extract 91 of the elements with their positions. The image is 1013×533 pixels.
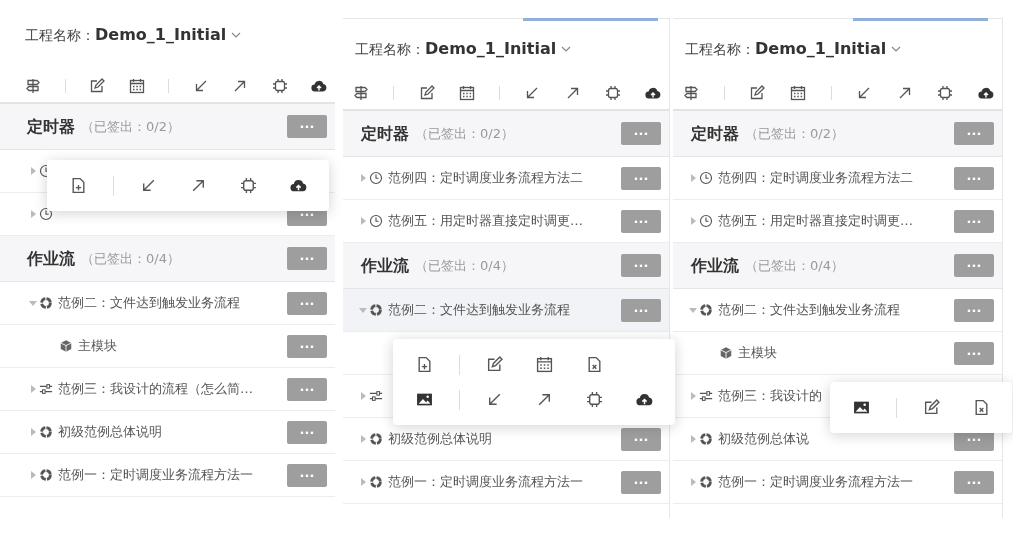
clock-icon [39,207,53,221]
checkout-count: （已签出：0/2） [81,117,180,136]
signpost-icon[interactable] [353,85,369,101]
calendar-icon[interactable] [128,78,145,94]
ring-icon [369,303,383,317]
group-title: 作业流 [27,247,75,270]
cloud-upload-icon[interactable] [978,85,994,101]
group-title: 定时器 [691,122,739,145]
chip-icon[interactable] [604,85,621,101]
tree-item-label: 初级范例总体说 [718,430,809,449]
edit-icon[interactable] [922,399,940,416]
cloud-upload-icon[interactable] [635,391,653,408]
sliders-icon [369,389,383,403]
tree-item-label: 范例一：定时调度业务流程方法一 [388,473,583,492]
project-label: 工程名称： [355,39,425,59]
ring-icon [39,468,53,482]
tree-item-label: 范例五：用定时器直接定时调更… [718,212,913,231]
ring-icon [369,475,383,489]
edit-icon[interactable] [749,85,766,101]
tree-item-label: 范例二：文件达到触发业务流程 [718,301,900,320]
cube-icon [59,339,73,353]
project-name[interactable]: Demo_1_Initial [95,23,227,47]
cloud-upload-icon[interactable] [645,85,661,101]
ring-icon [39,425,53,439]
checkout-count: （已签出：0/4） [81,249,180,268]
cube-icon [719,346,733,360]
group-header[interactable]: 定时器 （已签出：0/2） ··· [343,111,669,157]
tree-row[interactable]: 主模块 ··· [0,325,335,368]
group-title: 定时器 [27,115,75,138]
cloud-upload-icon[interactable] [311,78,327,94]
clock-icon [699,171,713,185]
signpost-icon[interactable] [25,78,41,94]
tree-item-label: 范例五：用定时器直接定时调更… [388,212,583,231]
group-title: 作业流 [691,254,739,277]
tree-item-label: 范例二：文件达到触发业务流程 [388,301,570,320]
calendar-icon[interactable] [789,85,806,101]
project-label: 工程名称： [25,25,95,45]
checkout-count: （已签出：0/4） [415,256,514,275]
chip-icon[interactable] [937,85,954,101]
tree-item-label: 范例一：定时调度业务流程方法一 [718,473,913,492]
chip-icon[interactable] [239,177,257,194]
tree-item-label: 范例一：定时调度业务流程方法一 [58,466,253,485]
project-name[interactable]: Demo_1_Initial [755,37,887,61]
tree-item-label: 范例三：我设计的 [718,387,822,406]
file-x-icon[interactable] [972,399,990,416]
edit-icon[interactable] [89,78,105,94]
arrow-up-right-icon[interactable] [232,78,248,94]
tree-item-label: 范例四：定时调度业务流程方法二 [718,169,913,188]
checkout-count: （已签出：0/4） [745,256,844,275]
group-header[interactable]: 作业流 （已签出：0/4） ··· [343,243,669,289]
group-header[interactable]: 定时器 （已签出：0/2） ··· [673,111,1002,157]
group-header[interactable]: 作业流 （已签出：0/4） ··· [673,243,1002,289]
ring-icon [369,432,383,446]
ring-icon [699,475,713,489]
chip-icon[interactable] [271,78,288,94]
project-name[interactable]: Demo_1_Initial [425,37,557,61]
tree-item-label: 范例四：定时调度业务流程方法二 [388,169,583,188]
signpost-icon[interactable] [683,85,699,101]
edit-icon[interactable] [418,85,435,101]
tree-item-label: 范例二：文件达到触发业务流程 [58,294,240,313]
tree-item-label: 初级范例总体说明 [388,430,492,449]
group-title: 作业流 [361,254,409,277]
checkout-count: （已签出：0/2） [745,124,844,143]
sliders-icon [39,382,53,396]
group-header[interactable]: 作业流 （已签出：0/4） ··· [0,236,335,282]
group-header[interactable]: 定时器 （已签出：0/2） ··· [0,104,335,150]
group-title: 定时器 [361,122,409,145]
tree-item-label: 主模块 [78,337,117,356]
sliders-icon [699,389,713,403]
tree-item-label: 范例三：我设计的流程（怎么简… [58,380,253,399]
clock-icon [369,214,383,228]
chip-icon[interactable] [585,391,603,408]
image-icon[interactable] [852,399,870,416]
clock-icon [699,214,713,228]
tree-row[interactable]: 主模块 ··· [673,332,1002,375]
edit-icon[interactable] [485,356,503,373]
file-plus-icon[interactable] [415,356,433,373]
checkout-count: （已签出：0/2） [415,124,514,143]
calendar-icon[interactable] [535,356,553,373]
file-x-icon[interactable] [585,356,603,373]
tree-item-label: 初级范例总体说明 [58,423,162,442]
calendar-icon[interactable] [458,85,475,101]
tree-item-label: 主模块 [738,344,777,363]
ring-icon [699,432,713,446]
file-plus-icon[interactable] [69,177,87,194]
clock-icon [369,171,383,185]
ring-icon [39,296,53,310]
ring-icon [699,303,713,317]
project-label: 工程名称： [685,39,755,59]
image-icon[interactable] [415,391,433,408]
cloud-upload-icon[interactable] [289,177,307,194]
